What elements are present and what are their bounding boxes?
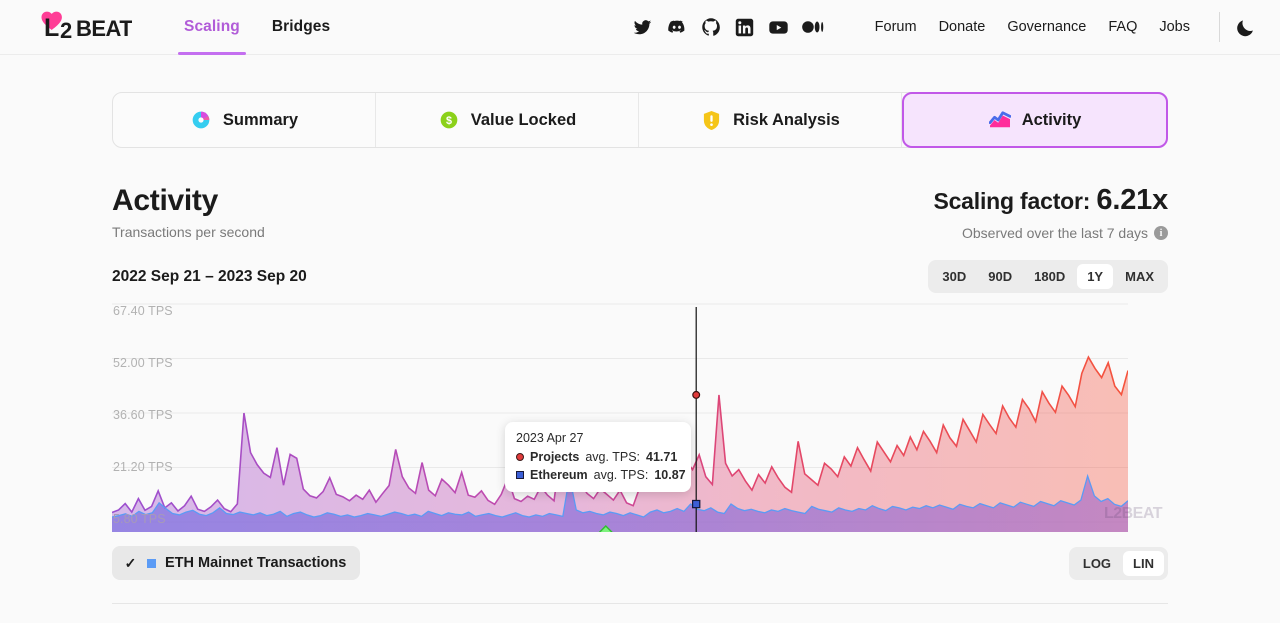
l2beat-logo[interactable]: L 2 BEAT bbox=[40, 10, 132, 44]
view-tabs: Summary $ Value Locked Risk Analysis bbox=[112, 92, 1168, 148]
tooltip-row-ethereum: Ethereum avg. TPS: 10.87 bbox=[516, 468, 680, 482]
tab-value-locked[interactable]: $ Value Locked bbox=[376, 93, 639, 147]
twitter-icon[interactable] bbox=[632, 16, 654, 38]
page-header-row: Activity Transactions per second Scaling… bbox=[112, 184, 1168, 241]
tooltip-series-name: Projects bbox=[530, 450, 579, 464]
activity-chart[interactable]: 67.40 TPS 52.00 TPS 36.60 TPS 21.20 TPS … bbox=[112, 302, 1168, 532]
github-icon[interactable] bbox=[700, 16, 722, 38]
legend-label: ETH Mainnet Transactions bbox=[165, 555, 346, 571]
legend-checkbox[interactable]: ✓ bbox=[123, 556, 138, 571]
legend-color-swatch bbox=[147, 559, 156, 568]
page-title-block: Activity Transactions per second bbox=[112, 184, 265, 240]
tooltip-value: 10.87 bbox=[654, 468, 685, 482]
time-range-selector: 30D 90D 180D 1Y MAX bbox=[928, 260, 1168, 293]
discord-icon[interactable] bbox=[666, 16, 688, 38]
nav-item-governance[interactable]: Governance bbox=[996, 19, 1097, 35]
scaling-factor-value: 6.21x bbox=[1096, 184, 1168, 216]
range-option-max[interactable]: MAX bbox=[1115, 264, 1164, 289]
section-divider bbox=[112, 603, 1168, 604]
observed-note: Observed over the last 7 days bbox=[962, 225, 1148, 241]
projects-marker-icon bbox=[516, 453, 524, 461]
tooltip-date: 2023 Apr 27 bbox=[516, 431, 680, 445]
linkedin-icon[interactable] bbox=[734, 16, 756, 38]
legend-eth-mainnet[interactable]: ✓ ETH Mainnet Transactions bbox=[112, 546, 360, 580]
medium-icon[interactable] bbox=[802, 16, 824, 38]
dollar-circle-icon: $ bbox=[438, 109, 460, 131]
range-row: 2022 Sep 21 – 2023 Sep 20 30D 90D 180D 1… bbox=[112, 260, 1168, 293]
tooltip-row-projects: Projects avg. TPS: 41.71 bbox=[516, 450, 680, 464]
tab-label: Summary bbox=[223, 111, 298, 130]
svg-text:BEAT: BEAT bbox=[76, 16, 132, 41]
tooltip-series-name: Ethereum bbox=[530, 468, 588, 482]
site-header: L 2 BEAT Scaling Bridges Forum Donate bbox=[0, 0, 1280, 55]
tooltip-metric: avg. TPS: bbox=[585, 450, 640, 464]
tab-label: Risk Analysis bbox=[733, 111, 840, 130]
activity-chart-icon bbox=[989, 109, 1011, 131]
youtube-icon[interactable] bbox=[768, 16, 790, 38]
nav-item-bridges[interactable]: Bridges bbox=[258, 0, 344, 55]
nav-item-donate[interactable]: Donate bbox=[928, 19, 997, 35]
page-title: Activity bbox=[112, 184, 265, 217]
scaling-factor-label: Scaling factor: bbox=[933, 188, 1090, 214]
tab-label: Value Locked bbox=[471, 111, 576, 130]
tab-summary[interactable]: Summary bbox=[113, 93, 376, 147]
page-subtitle: Transactions per second bbox=[112, 224, 265, 240]
scale-option-lin[interactable]: LIN bbox=[1123, 551, 1164, 576]
nav-item-jobs[interactable]: Jobs bbox=[1148, 19, 1201, 35]
scaling-factor-block: Scaling factor: 6.21x Observed over the … bbox=[933, 184, 1168, 241]
chart-date-range: 2022 Sep 21 – 2023 Sep 20 bbox=[112, 268, 307, 286]
chart-tooltip: 2023 Apr 27 Projects avg. TPS: 41.71 Eth… bbox=[505, 422, 691, 492]
moon-icon[interactable] bbox=[1234, 16, 1256, 38]
nav-item-faq[interactable]: FAQ bbox=[1097, 19, 1148, 35]
svg-text:2: 2 bbox=[60, 18, 72, 43]
scaling-factor: Scaling factor: 6.21x bbox=[933, 184, 1168, 217]
tooltip-value: 41.71 bbox=[646, 450, 677, 464]
observed-note-row: Observed over the last 7 days i bbox=[933, 225, 1168, 241]
tab-activity[interactable]: Activity bbox=[902, 92, 1168, 148]
scale-selector: LOG LIN bbox=[1069, 547, 1168, 580]
header-divider bbox=[1219, 12, 1220, 42]
chart-controls-row: ✓ ETH Mainnet Transactions LOG LIN bbox=[112, 546, 1168, 580]
tab-risk-analysis[interactable]: Risk Analysis bbox=[639, 93, 902, 147]
secondary-nav: Forum Donate Governance FAQ Jobs bbox=[864, 12, 1256, 42]
pie-chart-icon bbox=[190, 109, 212, 131]
svg-text:$: $ bbox=[446, 115, 452, 127]
ethereum-marker-icon bbox=[516, 471, 524, 479]
nav-item-forum[interactable]: Forum bbox=[864, 19, 928, 35]
nav-item-scaling[interactable]: Scaling bbox=[170, 0, 254, 55]
range-option-30d[interactable]: 30D bbox=[932, 264, 976, 289]
range-option-180d[interactable]: 180D bbox=[1024, 264, 1075, 289]
range-option-90d[interactable]: 90D bbox=[978, 264, 1022, 289]
scale-option-log[interactable]: LOG bbox=[1073, 551, 1121, 576]
range-option-1y[interactable]: 1Y bbox=[1077, 264, 1113, 289]
svg-text:L: L bbox=[44, 14, 59, 42]
social-links bbox=[632, 16, 824, 38]
shield-warning-icon bbox=[700, 109, 722, 131]
chart-canvas[interactable] bbox=[112, 302, 1128, 532]
tab-label: Activity bbox=[1022, 111, 1082, 130]
info-icon[interactable]: i bbox=[1154, 226, 1168, 240]
primary-nav: Scaling Bridges bbox=[170, 0, 344, 55]
tooltip-metric: avg. TPS: bbox=[594, 468, 649, 482]
